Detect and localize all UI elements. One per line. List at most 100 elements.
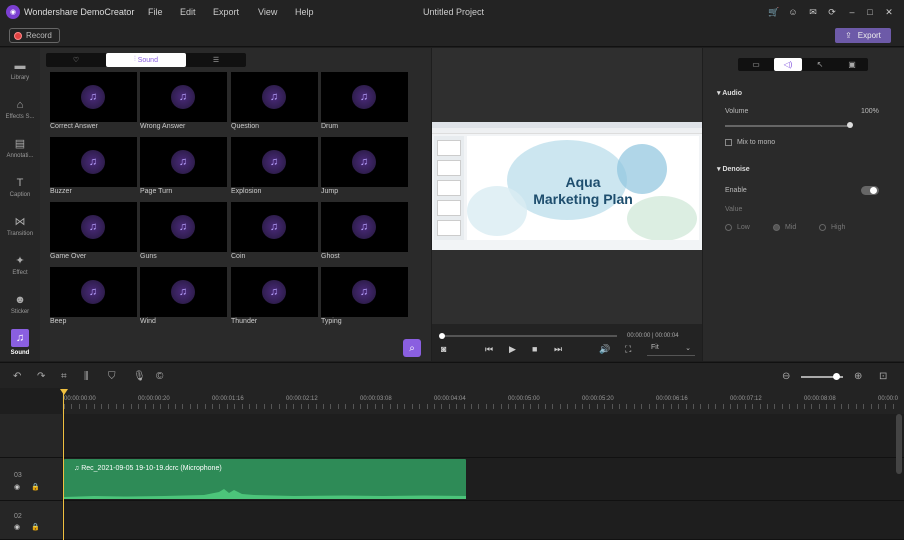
sidebar-item-sound[interactable]: ♫ Sound	[0, 328, 40, 364]
sound-card[interactable]: ♫	[231, 267, 318, 317]
menu-help[interactable]: Help	[295, 7, 314, 17]
snapshot-icon[interactable]: ◙	[441, 344, 446, 354]
next-frame-icon[interactable]: ⏭	[554, 344, 562, 355]
maximize-icon[interactable]: □	[863, 5, 877, 19]
speed-icon[interactable]: ©	[156, 371, 163, 382]
zoom-out-icon[interactable]: ⊖	[782, 371, 790, 382]
sidebar-item-library[interactable]: ▬ Library	[0, 54, 40, 90]
volume-icon[interactable]: 🔊	[599, 344, 610, 355]
zoom-slider[interactable]	[801, 373, 843, 380]
radio-mid[interactable]	[773, 224, 780, 231]
tab-audio[interactable]: ◁)	[774, 58, 802, 71]
mix-to-mono-checkbox[interactable]	[725, 139, 732, 146]
marker-icon[interactable]: ⛉	[108, 371, 116, 382]
audio-clip[interactable]: ♫ Rec_2021-09-05 19-10-19.dcrc (Micropho…	[64, 459, 466, 499]
undo-icon[interactable]: ↶	[13, 371, 21, 382]
sound-card[interactable]: ♫	[140, 72, 227, 122]
menu-export[interactable]: Export	[213, 7, 239, 17]
progress-knob[interactable]	[439, 333, 445, 339]
sound-card[interactable]: ♫	[321, 202, 408, 252]
sound-card[interactable]: ♫	[321, 137, 408, 187]
sound-card[interactable]: ♫	[231, 137, 318, 187]
sidebar-item-label: Effect	[12, 270, 28, 276]
playhead-marker[interactable]	[60, 389, 68, 395]
sound-card[interactable]: ♫	[50, 137, 137, 187]
timeline-ruler[interactable]: 00:00:00:00 00:00:00:20 00:00:01:16 00:00:0…	[62, 388, 904, 414]
sound-card[interactable]: ♫	[50, 72, 137, 122]
sound-card[interactable]: ♫	[140, 202, 227, 252]
microphone-icon[interactable]: 🎙	[133, 371, 146, 382]
lock-icon[interactable]: 🔒	[31, 483, 40, 491]
sidebar-item-transition[interactable]: ⋈ Transition	[0, 210, 40, 246]
radio-high[interactable]	[819, 224, 826, 231]
tab-video[interactable]: ▭	[742, 58, 770, 71]
sound-card[interactable]: ♫	[231, 72, 318, 122]
crop-icon[interactable]: ⌗	[61, 371, 67, 382]
redo-icon[interactable]: ↷	[37, 371, 45, 382]
app-name: Wondershare DemoCreator	[24, 7, 135, 17]
sidebar-item-sticker[interactable]: ☻ Sticker	[0, 288, 40, 324]
denoise-toggle[interactable]	[861, 186, 879, 195]
sound-card[interactable]: ♫	[321, 267, 408, 317]
timeline-scrollbar[interactable]	[896, 414, 902, 474]
fullscreen-icon[interactable]: ⛶	[625, 344, 631, 355]
sound-card[interactable]: ♫	[50, 202, 137, 252]
play-icon[interactable]: ▶	[509, 344, 516, 355]
sidebar-item-caption[interactable]: T Caption	[0, 171, 40, 207]
zoom-in-icon[interactable]: ⊕	[854, 371, 862, 382]
search-button[interactable]: ⌕	[403, 339, 421, 357]
eye-icon[interactable]: ◉	[14, 523, 20, 531]
minimize-icon[interactable]: –	[845, 5, 859, 19]
menu-file[interactable]: File	[148, 7, 163, 17]
fit-timeline-icon[interactable]: ⊡	[879, 371, 887, 382]
mail-icon[interactable]: ✉	[806, 5, 820, 19]
ruler-tick	[323, 404, 324, 409]
sound-card[interactable]: ♫	[231, 202, 318, 252]
sidebar-item-effect[interactable]: ✦ Effect	[0, 249, 40, 285]
ruler-tick	[841, 404, 842, 409]
sidebar-item-annotation[interactable]: ▤ Annotati...	[0, 132, 40, 168]
account-icon[interactable]: ☺	[786, 5, 800, 19]
sidebar-item-effects-store[interactable]: ⌂ Effects S...	[0, 93, 40, 129]
sound-card[interactable]: ♫	[50, 267, 137, 317]
tab-cursor[interactable]: ↖	[806, 58, 834, 71]
radio-low[interactable]	[725, 224, 732, 231]
stop-icon[interactable]: ■	[532, 344, 537, 354]
ruler-tick	[530, 404, 532, 409]
cart-icon[interactable]: 🛒	[767, 5, 781, 19]
playback-progress[interactable]	[439, 333, 617, 339]
tab-caption[interactable]: ▣	[838, 58, 866, 71]
volume-slider[interactable]	[725, 122, 853, 128]
sound-card[interactable]: ♫	[321, 72, 408, 122]
close-icon[interactable]: ✕	[882, 5, 896, 19]
annotation-icon: ▤	[14, 138, 26, 150]
sound-card-label: Jump	[321, 188, 339, 195]
ruler-tick	[730, 404, 731, 409]
playhead[interactable]	[63, 389, 64, 540]
support-icon[interactable]: ⟳	[825, 5, 839, 19]
track-row[interactable]	[62, 501, 904, 540]
sound-card[interactable]: ♫	[140, 137, 227, 187]
prev-frame-icon[interactable]: ⏮	[485, 344, 493, 355]
eye-icon[interactable]: ◉	[14, 483, 20, 491]
tab-sound[interactable]: ⫶ Sound	[106, 53, 186, 67]
split-icon[interactable]: ⫼	[84, 371, 89, 382]
slide-title-line1: Aqua	[565, 174, 601, 190]
export-button[interactable]: ⇪ Export	[835, 28, 891, 43]
volume-knob[interactable]	[847, 122, 853, 128]
track-row[interactable]	[62, 414, 904, 458]
tab-list[interactable]: ☰	[186, 53, 246, 67]
fit-select[interactable]: Fit ⌄	[647, 344, 695, 356]
denoise-section-header[interactable]: ▾ Denoise	[717, 165, 750, 173]
menu-view[interactable]: View	[258, 7, 277, 17]
ruler-label: 00:00:03:08	[360, 396, 392, 402]
menu-edit[interactable]: Edit	[180, 7, 196, 17]
tab-favorites[interactable]: ♡	[46, 53, 106, 67]
sound-card[interactable]: ♫	[140, 267, 227, 317]
zoom-knob[interactable]	[833, 373, 840, 380]
record-button[interactable]: Record	[9, 28, 60, 43]
preview-canvas[interactable]: Aqua Marketing Plan	[432, 122, 702, 250]
lock-icon[interactable]: 🔒	[31, 523, 40, 531]
ruler-tick	[463, 404, 465, 409]
audio-section-header[interactable]: ▾ Audio	[717, 89, 742, 97]
